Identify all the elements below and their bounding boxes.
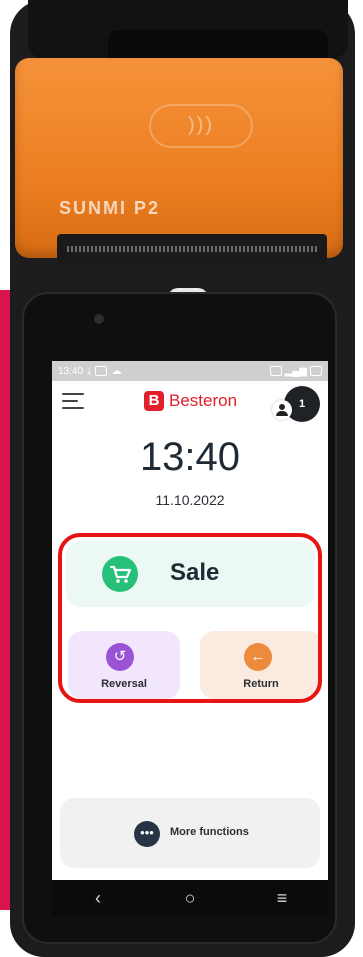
status-notification-icons: ⤓ ☁ xyxy=(87,365,122,377)
more-functions-button[interactable]: ••• More functions xyxy=(60,798,320,868)
paper-output-slot xyxy=(57,234,327,264)
clock-time: 13:40 xyxy=(139,435,241,479)
battery-icon xyxy=(310,365,322,376)
more-dots-icon: ••• xyxy=(134,821,160,847)
highlight-annotation-frame xyxy=(58,533,322,703)
hamburger-menu-icon[interactable] xyxy=(62,391,84,409)
android-nav-bar: ‹ ○ ≡ xyxy=(52,880,328,916)
logo-text: Besteron xyxy=(169,391,238,410)
recent-apps-icon[interactable]: ≡ xyxy=(262,883,302,913)
status-bar: 13:40 ⤓ ☁ ▂▄▆ xyxy=(52,361,328,381)
home-icon[interactable]: ○ xyxy=(170,883,210,913)
message-icon xyxy=(95,365,108,376)
paper-cutter-teeth xyxy=(67,246,317,252)
device-brand-label: SUNMI P2 xyxy=(59,198,161,218)
more-functions-label: More functions xyxy=(170,826,249,838)
besteron-logo: B Besteron xyxy=(144,391,237,411)
cast-icon xyxy=(269,365,282,376)
back-icon[interactable]: ‹ xyxy=(78,883,118,913)
user-count-badge: 1 xyxy=(298,398,306,410)
user-icon xyxy=(272,400,292,420)
logo-mark-icon: B xyxy=(144,391,164,411)
nfc-contactless-icon: ))) xyxy=(149,104,253,148)
app-header: B Besteron 1 xyxy=(52,381,328,425)
signal-icon: ▂▄▆ xyxy=(284,365,307,377)
download-icon: ⤓ xyxy=(87,365,92,377)
cloud-icon: ☁ xyxy=(111,365,122,377)
status-system-icons: ▂▄▆ xyxy=(269,365,322,377)
front-camera xyxy=(94,314,104,324)
status-time: 13:40 xyxy=(58,365,84,377)
printer-top-housing xyxy=(28,0,348,70)
user-account-button[interactable]: 1 xyxy=(272,386,320,422)
clock-date: 11.10.2022 xyxy=(155,492,225,508)
printer-cover: ))) SUNMI P2 xyxy=(15,58,343,264)
